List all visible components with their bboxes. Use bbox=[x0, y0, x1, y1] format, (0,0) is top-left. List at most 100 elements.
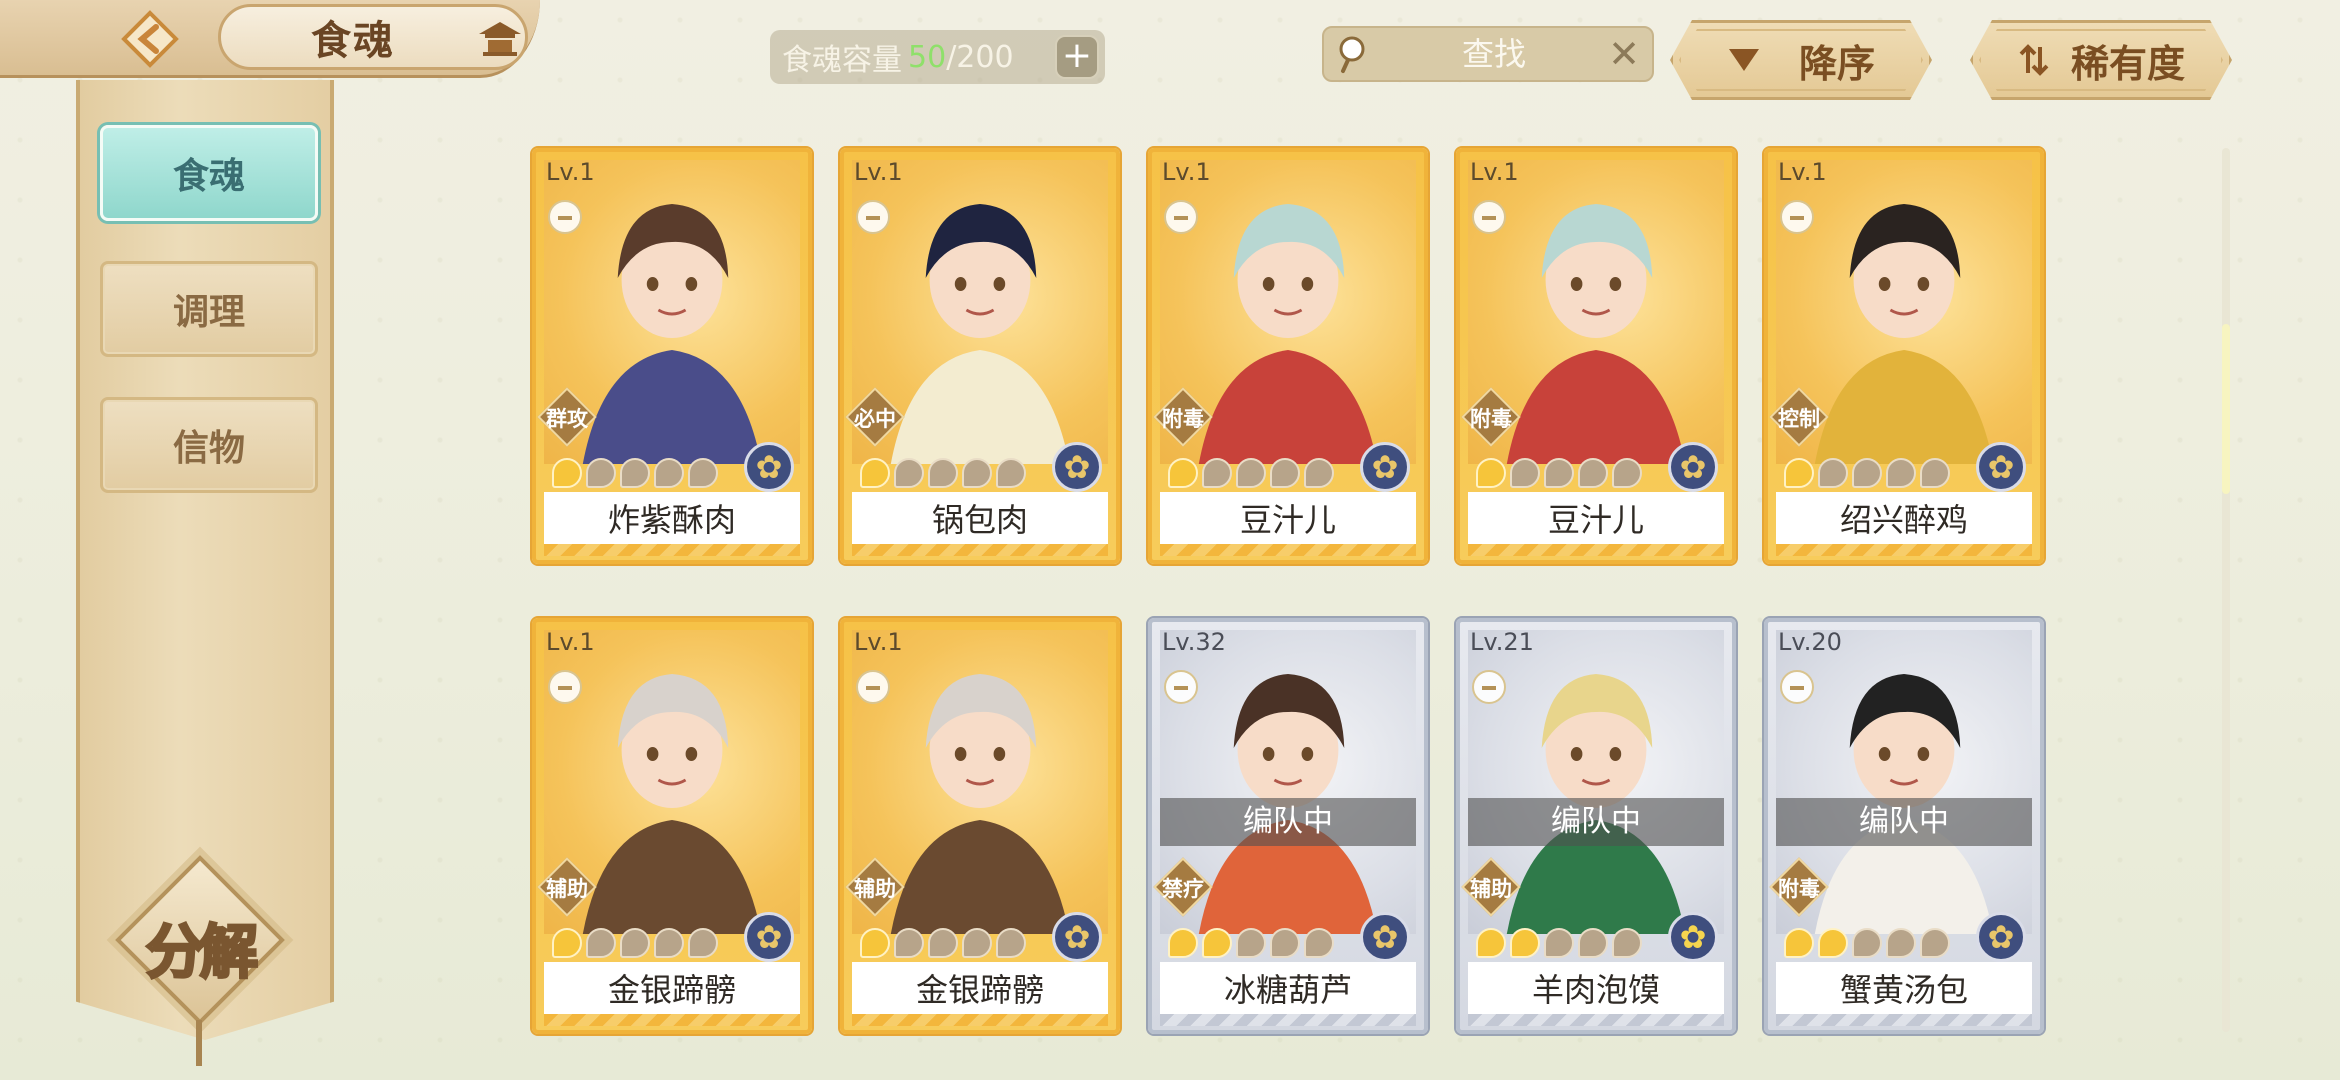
food-soul-card[interactable]: Lv.1 辅助 ✿ 金银蹄髈 bbox=[840, 618, 1120, 1034]
food-soul-name: 羊肉泡馍 bbox=[1468, 962, 1724, 1014]
food-soul-card[interactable]: Lv.1 必中 ✿ 锅包肉 bbox=[840, 148, 1120, 564]
back-arrow-icon bbox=[121, 10, 179, 68]
pavilion-icon[interactable] bbox=[475, 18, 525, 58]
lock-icon[interactable] bbox=[1472, 200, 1506, 234]
flame-star-icon bbox=[586, 458, 616, 488]
role-badge: 辅助 bbox=[537, 857, 597, 917]
role-label: 附毒 bbox=[1470, 407, 1512, 431]
food-soul-card[interactable]: Lv.20 编队中 附毒 ✿ 蟹黄汤包 bbox=[1764, 618, 2044, 1034]
food-soul-card[interactable]: Lv.1 群攻 ✿ 炸紫酥肉 bbox=[532, 148, 812, 564]
flame-star-icon bbox=[654, 458, 684, 488]
flame-star-icon bbox=[1920, 928, 1950, 958]
scrollbar[interactable] bbox=[2222, 148, 2230, 1032]
food-soul-card[interactable]: Lv.1 辅助 ✿ 金银蹄髈 bbox=[532, 618, 812, 1034]
role-label: 附毒 bbox=[1778, 877, 1820, 901]
flame-star-icon bbox=[860, 928, 890, 958]
role-badge: 辅助 bbox=[1461, 857, 1521, 917]
add-capacity-button[interactable]: + bbox=[1055, 35, 1099, 79]
star-rating bbox=[552, 458, 718, 492]
role-label: 附毒 bbox=[1162, 407, 1204, 431]
capacity-display: 食魂容量 50 /200 + bbox=[770, 30, 1105, 84]
sidebar-item-label: 食魂 bbox=[172, 155, 245, 197]
lock-icon[interactable] bbox=[1164, 670, 1198, 704]
flame-star-icon bbox=[1818, 928, 1848, 958]
decompose-button[interactable]: 分解 bbox=[115, 855, 285, 1025]
flame-star-icon bbox=[928, 458, 958, 488]
star-rating bbox=[1476, 928, 1642, 962]
flower-emblem-icon: ✿ bbox=[1668, 912, 1718, 962]
food-soul-name: 锅包肉 bbox=[852, 492, 1108, 544]
sidebar-item-cooking[interactable]: 调理 bbox=[100, 261, 318, 357]
capacity-total: /200 bbox=[946, 39, 1014, 75]
search-input[interactable] bbox=[1384, 34, 1604, 74]
flame-star-icon bbox=[1476, 928, 1506, 958]
card-bottom-trim bbox=[1776, 1014, 2032, 1026]
sort-order-button[interactable]: 降序 bbox=[1670, 20, 1932, 100]
level-label: Lv.1 bbox=[1470, 158, 1519, 186]
flame-star-icon bbox=[1476, 458, 1506, 488]
lock-icon[interactable] bbox=[1472, 670, 1506, 704]
search-box[interactable]: ✕ bbox=[1322, 26, 1654, 82]
flame-star-icon bbox=[1510, 458, 1540, 488]
flower-emblem-icon: ✿ bbox=[744, 442, 794, 492]
flame-star-icon bbox=[654, 928, 684, 958]
lock-icon[interactable] bbox=[1780, 200, 1814, 234]
lock-icon[interactable] bbox=[1780, 670, 1814, 704]
magnifier-icon bbox=[1339, 36, 1365, 73]
card-bottom-trim bbox=[1160, 544, 1416, 556]
level-label: Lv.1 bbox=[854, 158, 903, 186]
flame-star-icon bbox=[1578, 928, 1608, 958]
food-soul-card[interactable]: Lv.21 编队中 辅助 ✿ 羊肉泡馍 bbox=[1456, 618, 1736, 1034]
card-bottom-trim bbox=[544, 544, 800, 556]
level-label: Lv.32 bbox=[1162, 628, 1226, 656]
flame-star-icon bbox=[1168, 458, 1198, 488]
role-badge: 控制 bbox=[1769, 387, 1829, 447]
flame-star-icon bbox=[1784, 928, 1814, 958]
role-label: 控制 bbox=[1778, 407, 1820, 431]
role-badge: 禁疗 bbox=[1153, 857, 1213, 917]
flame-star-icon bbox=[1202, 928, 1232, 958]
sidebar-item-token[interactable]: 信物 bbox=[100, 397, 318, 493]
in-team-banner: 编队中 bbox=[1776, 798, 2032, 846]
flame-star-icon bbox=[996, 928, 1026, 958]
role-badge: 附毒 bbox=[1153, 387, 1213, 447]
close-icon[interactable]: ✕ bbox=[1608, 34, 1640, 74]
level-label: Lv.1 bbox=[546, 158, 595, 186]
flame-star-icon bbox=[586, 928, 616, 958]
in-team-banner: 编队中 bbox=[1160, 798, 1416, 846]
star-rating bbox=[1168, 458, 1334, 492]
flower-emblem-icon: ✿ bbox=[1668, 442, 1718, 492]
star-rating bbox=[1476, 458, 1642, 492]
flower-emblem-icon: ✿ bbox=[1976, 442, 2026, 492]
sidebar-item-food-soul[interactable]: 食魂 bbox=[100, 125, 318, 221]
flower-emblem-icon: ✿ bbox=[1360, 912, 1410, 962]
sidebar-item-label: 信物 bbox=[172, 427, 245, 469]
flame-star-icon bbox=[1544, 458, 1574, 488]
sidebar-item-label: 调理 bbox=[172, 291, 245, 333]
lock-icon[interactable] bbox=[856, 670, 890, 704]
role-label: 必中 bbox=[854, 407, 896, 431]
flame-star-icon bbox=[1270, 928, 1300, 958]
flame-star-icon bbox=[894, 458, 924, 488]
back-button[interactable] bbox=[115, 8, 185, 70]
flame-star-icon bbox=[1612, 458, 1642, 488]
page-title: 食魂 bbox=[311, 17, 395, 64]
food-soul-card[interactable]: Lv.32 编队中 禁疗 ✿ 冰糖葫芦 bbox=[1148, 618, 1428, 1034]
lock-icon[interactable] bbox=[856, 200, 890, 234]
lock-icon[interactable] bbox=[548, 200, 582, 234]
flame-star-icon bbox=[688, 928, 718, 958]
lock-icon[interactable] bbox=[1164, 200, 1198, 234]
in-team-banner: 编队中 bbox=[1468, 798, 1724, 846]
flame-star-icon bbox=[1578, 458, 1608, 488]
flame-star-icon bbox=[860, 458, 890, 488]
food-soul-card[interactable]: Lv.1 附毒 ✿ 豆汁儿 bbox=[1456, 148, 1736, 564]
food-soul-card[interactable]: Lv.1 附毒 ✿ 豆汁儿 bbox=[1148, 148, 1428, 564]
scrollbar-thumb[interactable] bbox=[2222, 324, 2230, 494]
sort-key-button[interactable]: 稀有度 bbox=[1970, 20, 2232, 100]
level-label: Lv.1 bbox=[546, 628, 595, 656]
food-soul-card[interactable]: Lv.1 控制 ✿ 绍兴醉鸡 bbox=[1764, 148, 2044, 564]
card-bottom-trim bbox=[852, 544, 1108, 556]
card-bottom-trim bbox=[1160, 1014, 1416, 1026]
flame-star-icon bbox=[1886, 928, 1916, 958]
lock-icon[interactable] bbox=[548, 670, 582, 704]
